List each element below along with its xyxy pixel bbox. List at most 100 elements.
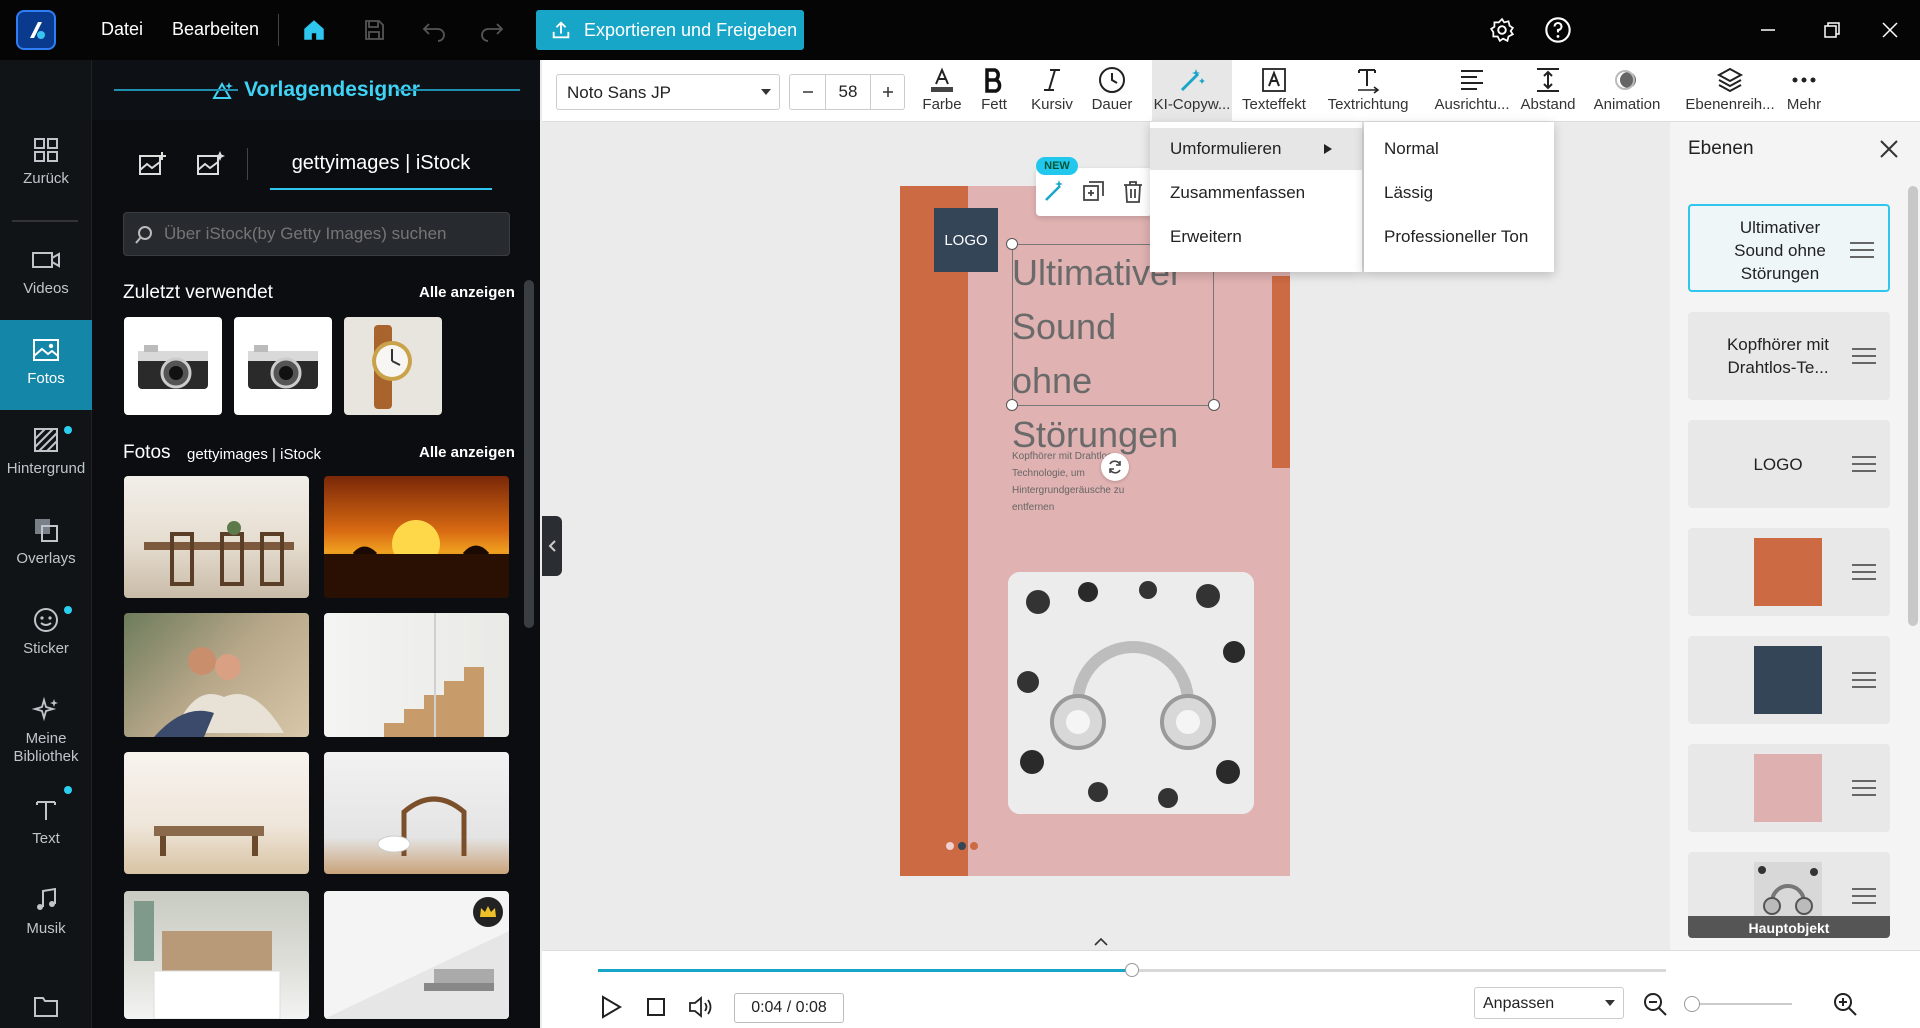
- photo-thumb-stairs[interactable]: [324, 613, 509, 737]
- tool-alignment[interactable]: Ausrichtu...: [1434, 64, 1510, 113]
- tool-text-effect[interactable]: Texteffekt: [1240, 64, 1308, 113]
- drag-handle-icon[interactable]: [1852, 780, 1876, 801]
- settings-icon[interactable]: [1486, 14, 1518, 46]
- layer-body-text[interactable]: Kopfhörer mit Drahtlos-Te...: [1688, 312, 1890, 400]
- rail-sticker[interactable]: Sticker: [0, 590, 92, 680]
- font-size-value[interactable]: 58: [826, 75, 870, 109]
- tool-text-direction[interactable]: Textrichtung: [1324, 64, 1412, 113]
- stop-icon[interactable]: [646, 997, 666, 1017]
- rail-videos[interactable]: Videos: [0, 230, 92, 320]
- layer-logo[interactable]: LOGO: [1688, 420, 1890, 508]
- zoom-out-icon[interactable]: [1642, 991, 1668, 1017]
- drag-handle-icon[interactable]: [1852, 456, 1876, 477]
- font-size-stepper[interactable]: 58: [789, 74, 905, 110]
- zoom-in-icon[interactable]: [1832, 991, 1858, 1017]
- photo-thumb-couple[interactable]: [124, 613, 309, 737]
- menu-item-summarize[interactable]: Zusammenfassen: [1150, 172, 1362, 214]
- layer-headline[interactable]: Ultimativer Sound ohne Störungen: [1688, 204, 1890, 292]
- panel-scrollbar[interactable]: [524, 280, 534, 628]
- folder-icon[interactable]: [32, 994, 60, 1018]
- recent-show-all-link[interactable]: Alle anzeigen: [419, 284, 515, 301]
- decrease-size-button[interactable]: [790, 75, 826, 109]
- add-image-icon[interactable]: [138, 150, 168, 178]
- menu-file[interactable]: Datei: [101, 19, 143, 40]
- recent-thumb-camera-2[interactable]: [234, 317, 332, 415]
- play-icon[interactable]: [600, 995, 622, 1019]
- photos-show-all-link[interactable]: Alle anzeigen: [419, 444, 515, 461]
- rail-back[interactable]: Zurück: [0, 120, 92, 210]
- tool-duration[interactable]: Dauer: [1090, 64, 1134, 113]
- expand-timeline-button[interactable]: [1086, 934, 1116, 950]
- recent-thumb-camera[interactable]: [124, 317, 222, 415]
- rotate-handle[interactable]: [1101, 453, 1129, 481]
- duplicate-icon[interactable]: [1082, 180, 1106, 204]
- rail-text[interactable]: Text: [0, 780, 92, 870]
- page-dot[interactable]: [946, 842, 954, 850]
- tool-bold[interactable]: Fett: [976, 64, 1012, 113]
- tool-ai-copywriter[interactable]: KI-Copyw...: [1152, 60, 1232, 122]
- photo-thumb-mockup[interactable]: [324, 891, 509, 1019]
- help-icon[interactable]: [1542, 14, 1574, 46]
- rail-photos[interactable]: Fotos: [0, 320, 92, 410]
- headphones-image[interactable]: [1008, 572, 1254, 814]
- export-share-button[interactable]: Exportieren und Freigeben: [536, 10, 804, 50]
- menu-edit[interactable]: Bearbeiten: [172, 19, 259, 40]
- layer-pink-shape[interactable]: [1688, 744, 1890, 832]
- layer-main-object[interactable]: Hauptobjekt: [1688, 852, 1890, 938]
- tool-animation[interactable]: Animation: [1590, 64, 1664, 113]
- resize-handle[interactable]: [1006, 238, 1018, 250]
- drag-handle-icon[interactable]: [1852, 888, 1876, 909]
- undo-icon[interactable]: [418, 14, 450, 46]
- rail-overlays[interactable]: Overlays: [0, 500, 92, 590]
- delete-icon[interactable]: [1122, 180, 1144, 204]
- home-icon[interactable]: [298, 14, 330, 46]
- tool-more[interactable]: Mehr: [1784, 64, 1824, 113]
- font-select[interactable]: Noto Sans JP: [556, 74, 780, 110]
- photo-thumb-bench[interactable]: [124, 752, 309, 874]
- logo-block[interactable]: LOGO: [934, 208, 998, 272]
- zoom-slider-thumb[interactable]: [1684, 996, 1700, 1012]
- page-dot[interactable]: [958, 842, 966, 850]
- drag-handle-icon[interactable]: [1852, 564, 1876, 585]
- restore-icon[interactable]: [1816, 14, 1848, 46]
- tool-spacing[interactable]: Abstand: [1518, 64, 1578, 113]
- collapse-panel-handle[interactable]: [542, 516, 562, 576]
- menu-item-expand[interactable]: Erweitern: [1150, 216, 1362, 258]
- resize-handle[interactable]: [1208, 399, 1220, 411]
- zoom-fit-select[interactable]: Anpassen: [1474, 987, 1624, 1019]
- layers-scrollbar[interactable]: [1908, 186, 1918, 626]
- rail-my-library[interactable]: Meine Bibliothek: [0, 680, 92, 770]
- zoom-slider-track[interactable]: [1686, 1003, 1792, 1005]
- submenu-item-professional[interactable]: Professioneller Ton: [1364, 216, 1554, 258]
- close-window-icon[interactable]: [1874, 14, 1906, 46]
- photo-thumb-bedroom[interactable]: [124, 891, 309, 1019]
- tool-layer-order[interactable]: Ebenenreih...: [1685, 64, 1775, 113]
- rail-background[interactable]: Hintergrund: [0, 410, 92, 500]
- menu-item-rephrase[interactable]: Umformulieren: [1150, 128, 1362, 170]
- timeline-scrubber[interactable]: [1125, 963, 1139, 977]
- tab-istock[interactable]: gettyimages | iStock: [270, 152, 492, 190]
- tool-italic[interactable]: Kursiv: [1030, 64, 1074, 113]
- ai-image-icon[interactable]: [196, 150, 226, 178]
- photo-thumb-cup[interactable]: [324, 752, 509, 874]
- layer-orange-shape[interactable]: [1688, 528, 1890, 616]
- resize-handle[interactable]: [1006, 399, 1018, 411]
- tool-color[interactable]: Farbe: [922, 64, 962, 113]
- orange-stripe[interactable]: [900, 186, 968, 876]
- ai-magic-icon[interactable]: [1042, 178, 1068, 204]
- rail-music[interactable]: Musik: [0, 870, 92, 960]
- layer-navy-shape[interactable]: [1688, 636, 1890, 724]
- minimize-icon[interactable]: [1752, 14, 1784, 46]
- close-layers-icon[interactable]: [1878, 138, 1900, 160]
- increase-size-button[interactable]: [870, 75, 905, 109]
- drag-handle-icon[interactable]: [1850, 242, 1874, 263]
- photo-thumb-dining[interactable]: [124, 476, 309, 598]
- submenu-item-normal[interactable]: Normal: [1364, 128, 1554, 170]
- drag-handle-icon[interactable]: [1852, 348, 1876, 369]
- search-input[interactable]: [164, 221, 494, 247]
- drag-handle-icon[interactable]: [1852, 672, 1876, 693]
- save-icon[interactable]: [358, 14, 390, 46]
- page-dot[interactable]: [970, 842, 978, 850]
- recent-thumb-watch[interactable]: [344, 317, 442, 415]
- volume-icon[interactable]: [688, 995, 714, 1019]
